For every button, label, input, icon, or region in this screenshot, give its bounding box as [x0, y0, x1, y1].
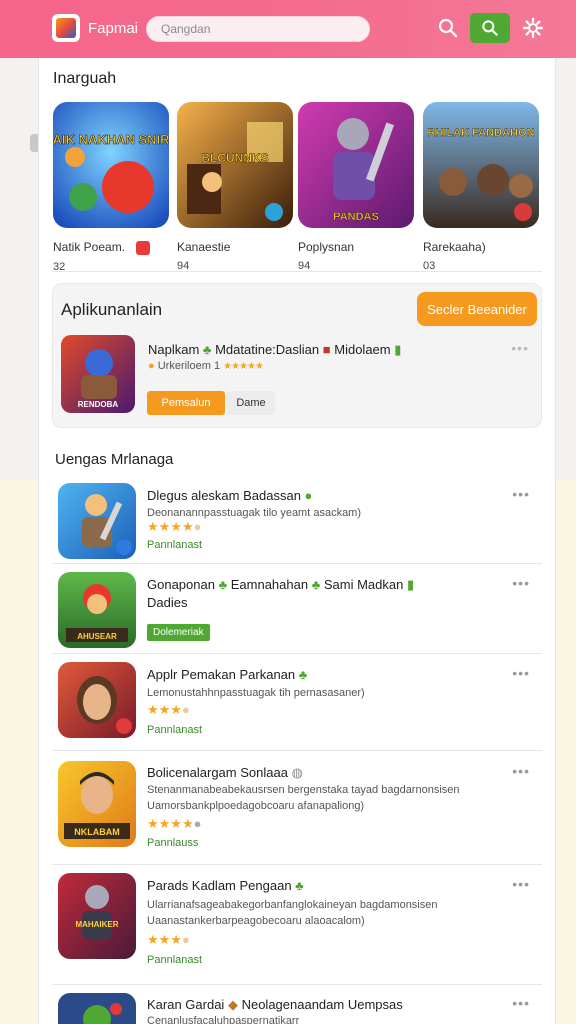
rating-stars: ★★★★● — [147, 816, 202, 831]
app-title: Dlegus aleskam Badassan ● — [147, 488, 313, 503]
app-tag: Dolemeriak — [147, 624, 210, 641]
leaf-icon: ♣ — [218, 577, 228, 592]
promo-app-meta: ● Urkeriloem 1 ★★★★★ — [148, 360, 264, 372]
badge-icon — [116, 718, 132, 734]
app-icon — [58, 483, 136, 559]
featured-art-icon: SAIK NAKHAN SNIRS — [53, 102, 169, 228]
more-options-icon[interactable]: ••• — [512, 763, 530, 779]
shield-icon: ◆ — [227, 997, 238, 1012]
app-subtitle-line2: Uaanastankerbarpeagobecoaru alaoacalom) — [147, 915, 365, 927]
app-subtitle: Cenanlusfacaluhpaspernatikarr — [147, 1015, 300, 1024]
app-title: Karan Gardai ◆ Neolagenaandam Uempsas — [147, 997, 403, 1012]
list-item[interactable]: Dlegus aleskam Badassan ● Deonanannpasst… — [52, 478, 542, 564]
more-options-icon[interactable]: ••• — [512, 995, 530, 1011]
featured-art-icon: BLCUNNKS — [177, 102, 293, 228]
featured-art-text: PANDAS — [333, 211, 379, 223]
promo-primary-button[interactable]: Pemsalun — [147, 391, 225, 415]
featured-name: Rarekaaha) — [423, 240, 486, 254]
promo-title: Aplikunanlain — [61, 300, 163, 319]
search-icon[interactable] — [436, 16, 460, 40]
rating-stars: ★★★● — [147, 702, 190, 717]
app-tag: Pannlauss — [147, 837, 199, 849]
rating-stars: ★★★★● — [147, 519, 202, 534]
app-title: Parads Kadlam Pengaan ♣ — [147, 878, 304, 893]
leaf-icon: ♣ — [298, 667, 308, 682]
featured-art-icon: RHILAK FANDAHON — [423, 102, 539, 228]
more-options-icon[interactable]: ••• — [512, 575, 530, 591]
app-subtitle: Stenanmanabeabekausrsen bergenstaka taya… — [147, 784, 460, 796]
bars-icon: ▮ — [406, 577, 415, 592]
featured-name: Natik Poeam. — [53, 240, 169, 255]
app-icon: NKLABAM — [58, 761, 136, 847]
featured-name: Poplysnan — [298, 240, 355, 254]
promo-icon-text: RENDOBA — [78, 400, 119, 409]
promo-secondary-button[interactable]: Dame — [227, 391, 275, 415]
app-tag: Pannlanast — [147, 954, 203, 966]
list-item[interactable]: NKLABAM Bolicenalargam Sonlaaa ◍ Stenanm… — [52, 751, 542, 865]
shield-icon: ■ — [322, 342, 331, 357]
app-title: Applr Pemakan Parkanan ♣ — [147, 667, 308, 682]
app-tag: Pannlanast — [147, 724, 203, 736]
app-icon-text: NKLABAM — [74, 827, 120, 837]
featured-item[interactable]: BLCUNNKS Kanaestie 94 — [177, 102, 293, 272]
app-tag: Pannlanast — [147, 539, 203, 551]
featured-art-text: SAIK NAKHAN SNIRS — [53, 132, 169, 147]
list-item[interactable]: AHUSEAR Gonaponan ♣ Eamnahahan ♣ Sami Ma… — [52, 564, 542, 654]
app-icon — [58, 993, 136, 1024]
featured-item[interactable]: SAIK NAKHAN SNIRS Natik Poeam. 32 — [53, 102, 169, 273]
gear-icon[interactable] — [521, 16, 545, 40]
app-title-line2: Dadies — [147, 595, 188, 610]
rating-stars: ★★★● — [147, 932, 190, 947]
featured-item[interactable]: PANDAS Poplysnan 94 — [298, 102, 414, 272]
app-header: Fapmai Qangdan — [0, 0, 576, 58]
more-options-icon[interactable]: ••• — [512, 486, 530, 502]
rating-stars: ★★★★★ — [223, 361, 264, 372]
app-title: Gonaponan ♣ Eamnahahan ♣ Sami Madkan ▮ — [147, 577, 415, 592]
search-input[interactable]: Qangdan — [146, 16, 370, 42]
list-item[interactable]: Applr Pemakan Parkanan ♣ Lemonustahhnpas… — [52, 654, 542, 751]
app-subtitle: Lemonustahhnpasstuagak tih pernasasaner) — [147, 687, 365, 699]
featured-art-text: RHILAK FANDAHON — [428, 127, 535, 139]
logo-icon[interactable] — [52, 14, 80, 42]
leaf-icon: ♣ — [295, 878, 304, 893]
bars-icon: ▮ — [394, 342, 402, 357]
featured-item[interactable]: RHILAK FANDAHON Rarekaaha) 03 — [423, 102, 539, 272]
promo-cta-button[interactable]: Secler Beeanider — [417, 292, 537, 326]
app-title: Bolicenalargam Sonlaaa ◍ — [147, 765, 303, 780]
list-title: Uengas Mrlanaga — [55, 451, 174, 468]
shield-icon: ◍ — [291, 765, 303, 780]
promo-app-icon[interactable]: RENDOBA — [61, 335, 135, 413]
app-subtitle-line2: Uamorsbankplpoedagobcoaru afanapaliong) — [147, 800, 365, 812]
promo-card: Aplikunanlain Secler Beeanider RENDOBA N… — [52, 283, 542, 428]
more-options-icon[interactable]: ••• — [511, 340, 529, 356]
coin-icon: ● — [148, 360, 155, 372]
badge-icon — [136, 240, 151, 255]
app-icon-text: MAHAIKER — [75, 920, 118, 929]
more-options-icon[interactable]: ••• — [512, 876, 530, 892]
list-item[interactable]: Karan Gardai ◆ Neolagenaandam Uempsas Ce… — [52, 985, 542, 1024]
featured-name: Kanaestie — [177, 240, 231, 254]
app-icon-text: AHUSEAR — [77, 632, 117, 641]
app-title: Fapmai — [88, 20, 139, 37]
badge-icon — [116, 539, 132, 555]
featured-art-text: BLCUNNKS — [201, 151, 268, 165]
app-icon — [58, 662, 136, 738]
more-options-icon[interactable]: ••• — [512, 665, 530, 681]
featured-title: Inarguah — [53, 70, 117, 87]
app-icon: AHUSEAR — [58, 572, 136, 648]
app-icon: MAHAIKER — [58, 873, 136, 959]
list-item[interactable]: MAHAIKER Parads Kadlam Pengaan ♣ Ularria… — [52, 865, 542, 985]
app-subtitle: Ularrianafsageabakegorbanfanglokaineyan … — [147, 899, 438, 911]
divider — [52, 271, 542, 272]
leaf-icon: ♣ — [311, 577, 321, 592]
app-subtitle: Deonanannpasstuagak tilo yeamt asackam) — [147, 507, 362, 519]
promo-app-title: Naplkam ♣ Mdatatine:Daslian ■ Midolaem ▮ — [148, 342, 402, 357]
search-button-icon[interactable] — [470, 13, 510, 43]
leaf-icon: ● — [304, 488, 313, 503]
featured-art-icon: PANDAS — [298, 102, 414, 228]
leaf-icon: ♣ — [202, 342, 212, 357]
